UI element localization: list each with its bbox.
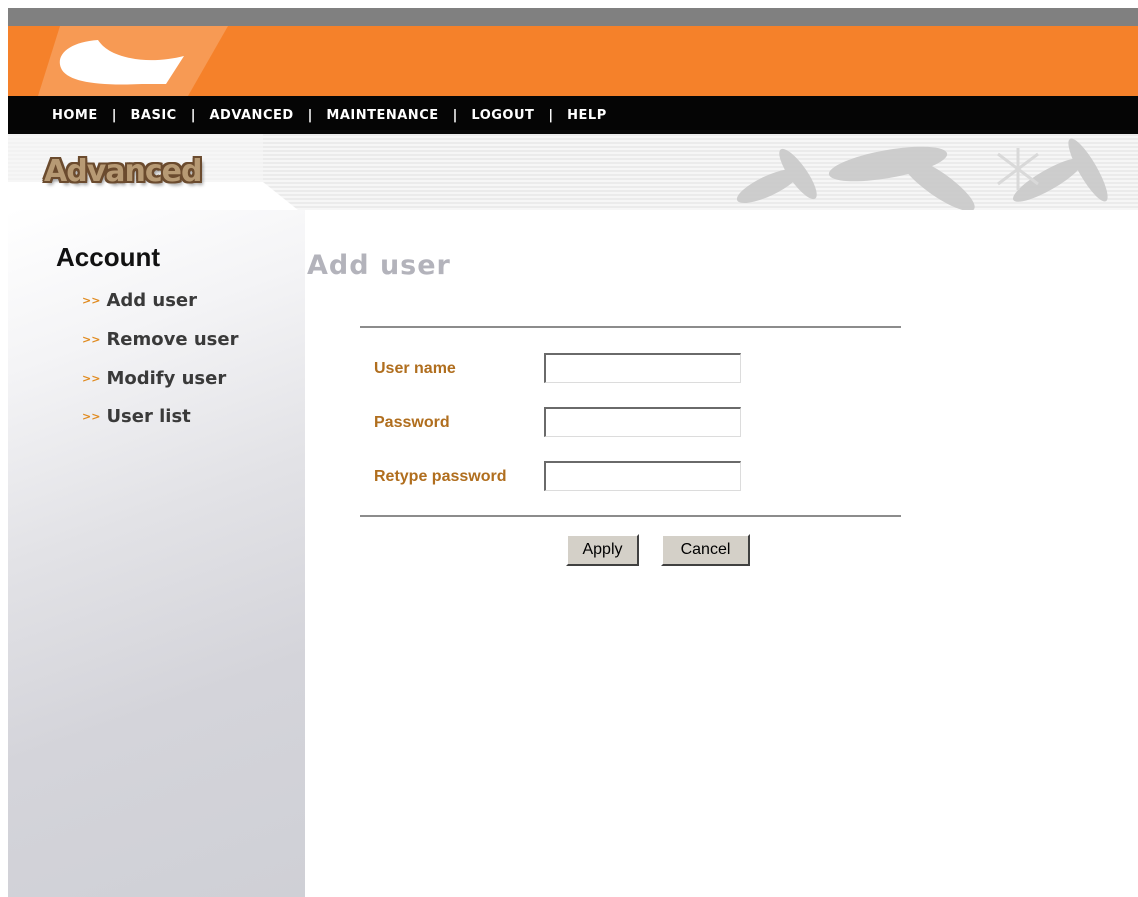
username-field[interactable] — [544, 353, 741, 383]
sidebar-item-label: Add user — [106, 290, 198, 311]
double-arrow-icon: >> — [82, 372, 101, 385]
nav-separator: | — [548, 107, 554, 123]
main-nav: HOME | BASIC | ADVANCED | MAINTENANCE | … — [8, 96, 1138, 134]
page-title: Add user — [307, 250, 451, 281]
sidebar-item-label: Modify user — [106, 368, 227, 389]
flower-decoration-icon — [736, 138, 1108, 210]
nav-basic[interactable]: BASIC — [131, 108, 177, 123]
username-label: User name — [374, 360, 456, 377]
page: HOME | BASIC | ADVANCED | MAINTENANCE | … — [0, 0, 1138, 897]
nav-advanced[interactable]: ADVANCED — [209, 108, 293, 123]
double-arrow-icon: >> — [82, 410, 101, 423]
sidebar-item-user-list[interactable]: >> User list — [82, 406, 191, 427]
nav-separator: | — [452, 107, 458, 123]
section-logo: Advanced — [44, 154, 202, 189]
section-header-band: Advanced — [8, 134, 1138, 210]
nav-logout[interactable]: LOGOUT — [471, 108, 534, 123]
apply-button[interactable]: Apply — [566, 534, 639, 566]
retype-password-label: Retype password — [374, 468, 507, 485]
nav-separator: | — [190, 107, 196, 123]
top-banner — [8, 26, 1138, 96]
password-label: Password — [374, 414, 450, 431]
nav-help[interactable]: HELP — [567, 108, 607, 123]
nav-separator: | — [307, 107, 313, 123]
sidebar-item-modify-user[interactable]: >> Modify user — [82, 368, 226, 389]
divider — [360, 326, 901, 328]
double-arrow-icon: >> — [82, 333, 101, 346]
top-gray-strip — [8, 8, 1138, 26]
sidebar-title: Account — [56, 242, 160, 272]
nav-maintenance[interactable]: MAINTENANCE — [326, 108, 438, 123]
divider — [360, 515, 901, 517]
brand-logo-icon — [38, 26, 228, 96]
sidebar: Account >> Add user >> Remove user >> Modif… — [8, 210, 305, 897]
cancel-button[interactable]: Cancel — [661, 534, 750, 566]
sidebar-item-add-user[interactable]: >> Add user — [82, 290, 197, 311]
nav-separator: | — [111, 107, 117, 123]
password-field[interactable] — [544, 407, 741, 437]
double-arrow-icon: >> — [82, 294, 101, 307]
sidebar-item-label: User list — [106, 406, 191, 427]
retype-password-field[interactable] — [544, 461, 741, 491]
nav-home[interactable]: HOME — [52, 108, 98, 123]
sidebar-item-label: Remove user — [106, 329, 239, 350]
sidebar-item-remove-user[interactable]: >> Remove user — [82, 329, 238, 350]
